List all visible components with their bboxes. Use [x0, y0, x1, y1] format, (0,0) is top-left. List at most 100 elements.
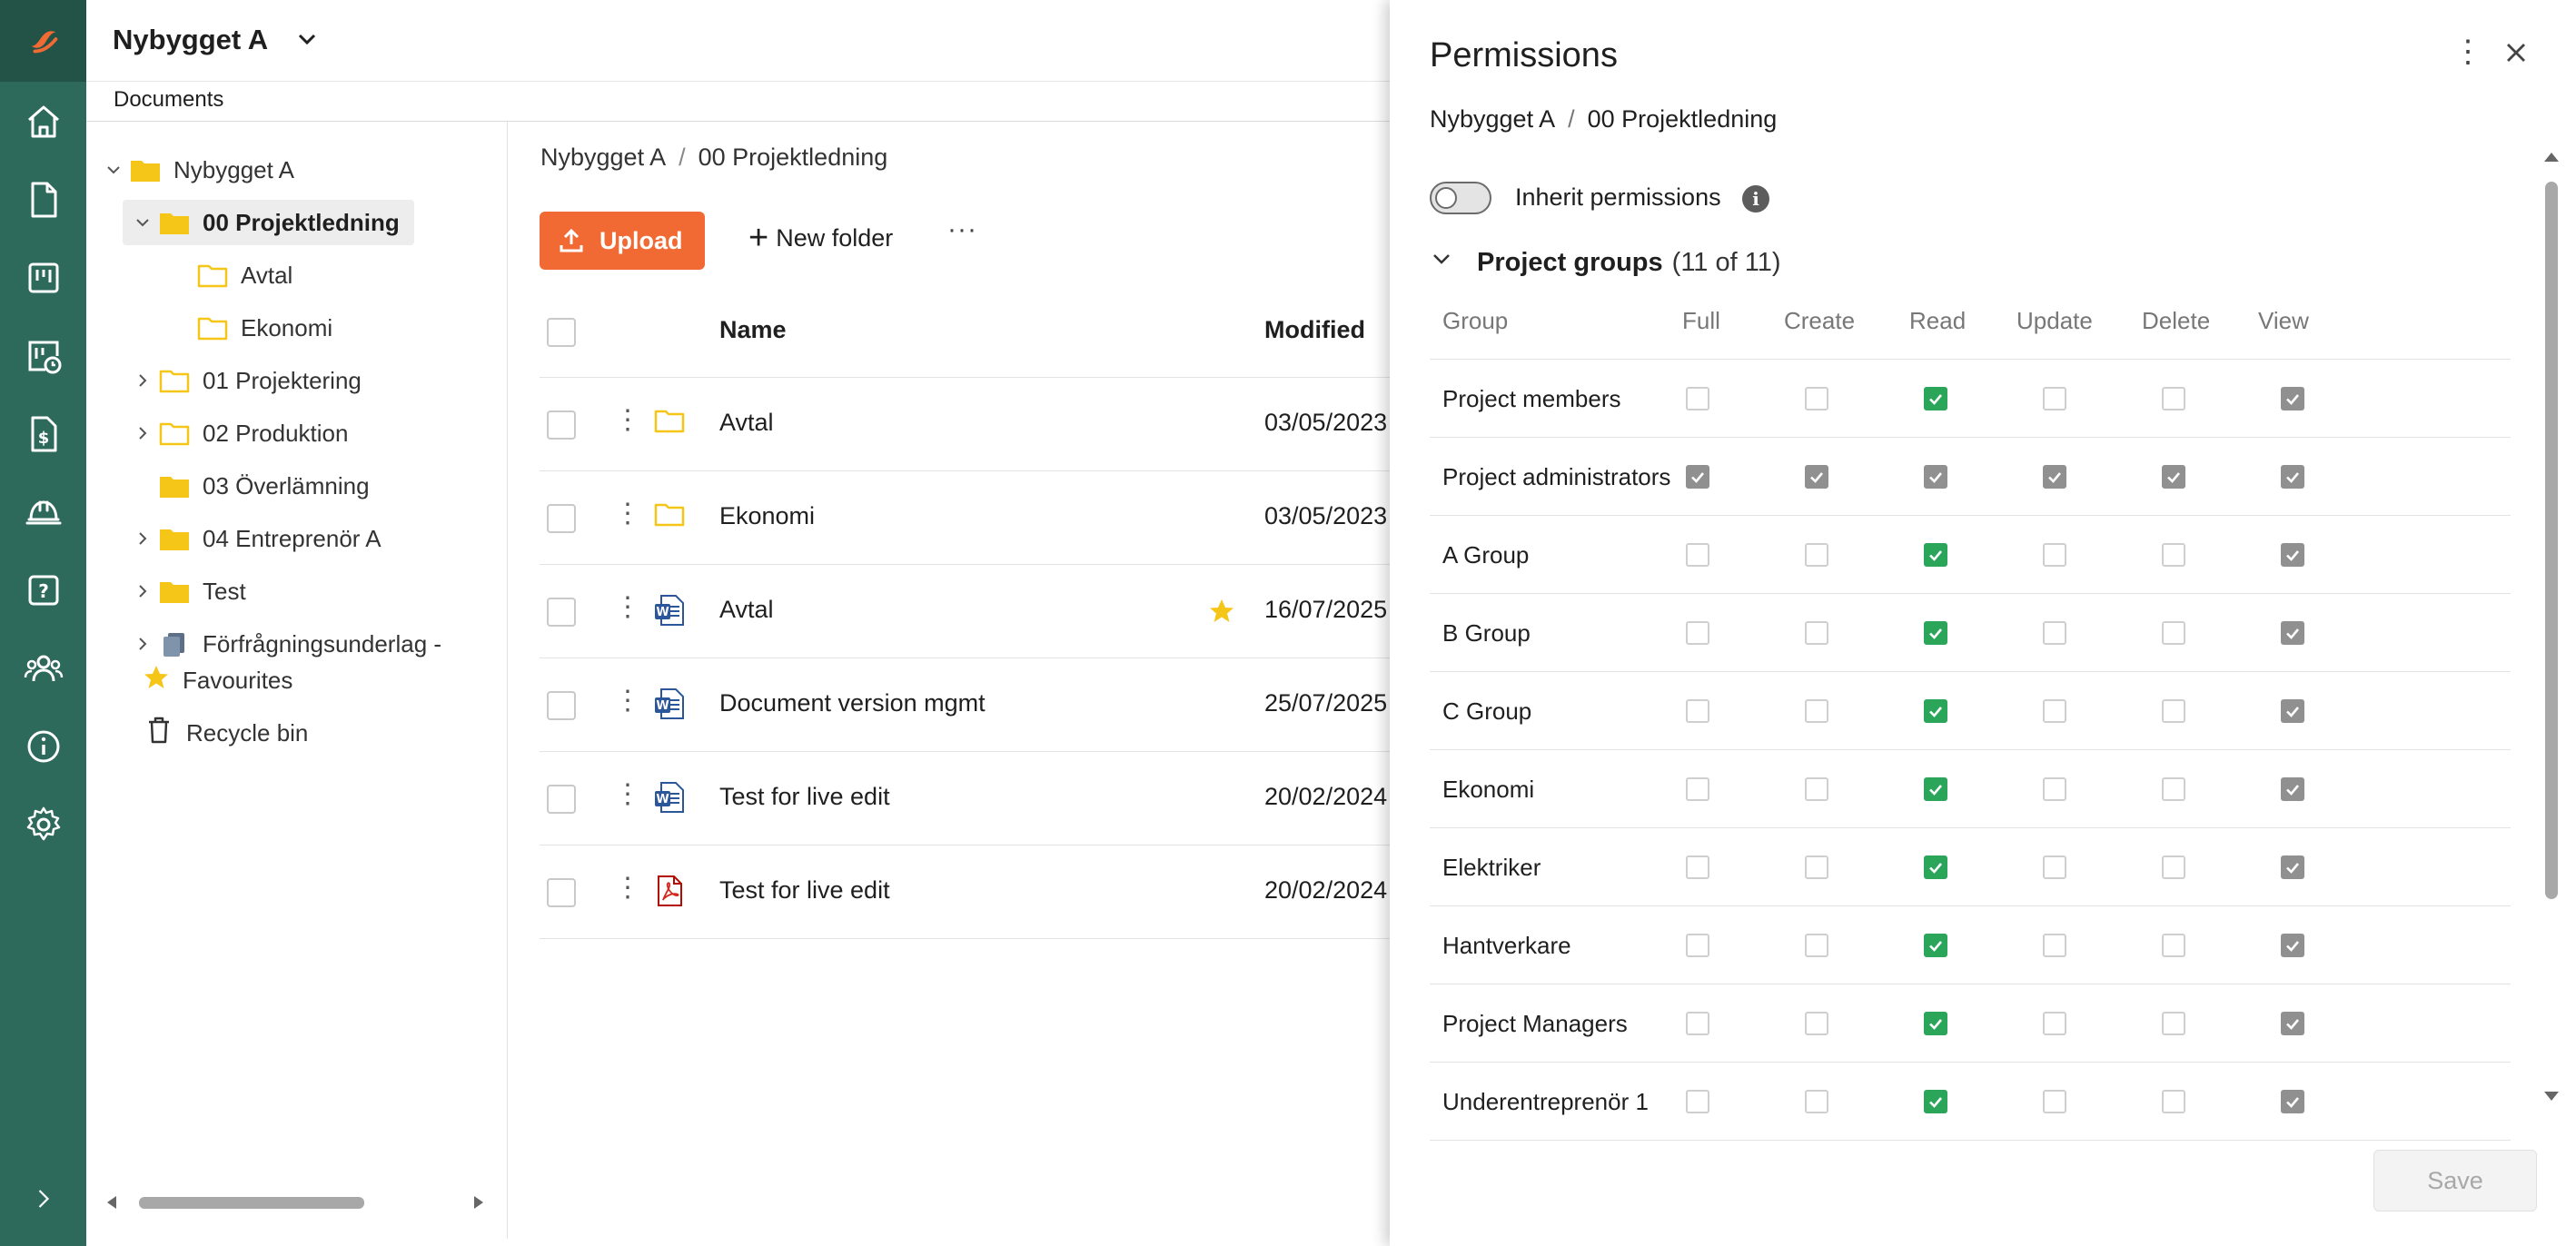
star-icon[interactable]	[1208, 598, 1235, 629]
home-icon[interactable]	[0, 94, 86, 149]
read-permission-checkbox[interactable]	[1924, 934, 1947, 957]
invoice-icon[interactable]: $	[0, 407, 86, 461]
horizontal-scrollbar[interactable]	[104, 1192, 486, 1213]
full-permission-checkbox[interactable]	[1686, 699, 1709, 723]
chevron-right-icon[interactable]	[130, 631, 155, 657]
view-permission-checkbox[interactable]	[2281, 621, 2304, 645]
file-name[interactable]: Document version mgmt	[719, 689, 986, 717]
delete-permission-checkbox[interactable]	[2162, 465, 2185, 489]
new-folder-button[interactable]: + New folder	[748, 221, 893, 255]
full-permission-checkbox[interactable]	[1686, 1090, 1709, 1113]
row-checkbox[interactable]	[547, 410, 576, 440]
project-title[interactable]: Nybygget A	[113, 24, 268, 56]
tree-item[interactable]: Ekonomi	[168, 305, 332, 351]
help-icon[interactable]: ?	[0, 563, 86, 618]
chevron-down-icon[interactable]	[101, 157, 126, 183]
read-permission-checkbox[interactable]	[1924, 465, 1947, 489]
view-permission-checkbox[interactable]	[2281, 465, 2304, 489]
settings-icon[interactable]	[0, 797, 86, 852]
file-row[interactable]: ⋮ Ekonomi 03/05/2023	[540, 471, 1393, 565]
view-permission-checkbox[interactable]	[2281, 1012, 2304, 1035]
row-checkbox[interactable]	[547, 598, 576, 627]
tree-item[interactable]: 02 Produktion	[130, 410, 348, 456]
delete-permission-checkbox[interactable]	[2162, 855, 2185, 879]
upload-button[interactable]: Upload	[540, 212, 705, 270]
delete-permission-checkbox[interactable]	[2162, 1012, 2185, 1035]
close-icon[interactable]	[2503, 40, 2529, 70]
read-permission-checkbox[interactable]	[1924, 543, 1947, 567]
more-vertical-icon[interactable]: ⋮	[614, 781, 641, 808]
tree-item[interactable]: Avtal	[168, 252, 292, 298]
update-permission-checkbox[interactable]	[2043, 621, 2066, 645]
more-vertical-icon[interactable]: ⋮	[614, 875, 641, 902]
file-name[interactable]: Avtal	[719, 409, 774, 437]
delete-permission-checkbox[interactable]	[2162, 777, 2185, 801]
tree-item[interactable]: 04 Entreprenör A	[130, 516, 381, 561]
more-vertical-icon[interactable]: ⋮	[614, 407, 641, 434]
view-permission-checkbox[interactable]	[2281, 543, 2304, 567]
file-name[interactable]: Avtal	[719, 596, 774, 624]
file-name[interactable]: Test for live edit	[719, 783, 890, 811]
row-checkbox[interactable]	[547, 504, 576, 533]
create-permission-checkbox[interactable]	[1805, 777, 1828, 801]
info-icon[interactable]	[0, 719, 86, 774]
update-permission-checkbox[interactable]	[2043, 934, 2066, 957]
file-name[interactable]: Ekonomi	[719, 502, 815, 530]
more-vertical-icon[interactable]: ⋮	[614, 687, 641, 715]
tree-item-recycle-bin[interactable]: Recycle bin	[146, 710, 308, 756]
create-permission-checkbox[interactable]	[1805, 699, 1828, 723]
chevron-right-icon[interactable]	[130, 368, 155, 393]
full-permission-checkbox[interactable]	[1686, 465, 1709, 489]
update-permission-checkbox[interactable]	[2043, 543, 2066, 567]
read-permission-checkbox[interactable]	[1924, 1012, 1947, 1035]
file-row[interactable]: ⋮ Test for live edit 20/02/2024	[540, 846, 1393, 939]
column-modified[interactable]: Modified	[1264, 316, 1365, 344]
logo-icon[interactable]	[0, 0, 86, 82]
update-permission-checkbox[interactable]	[2043, 855, 2066, 879]
update-permission-checkbox[interactable]	[2043, 699, 2066, 723]
chevron-right-icon[interactable]	[130, 420, 155, 446]
more-vertical-icon[interactable]: ⋮	[2452, 36, 2483, 67]
read-permission-checkbox[interactable]	[1924, 699, 1947, 723]
full-permission-checkbox[interactable]	[1686, 543, 1709, 567]
delete-permission-checkbox[interactable]	[2162, 1090, 2185, 1113]
update-permission-checkbox[interactable]	[2043, 1012, 2066, 1035]
delete-permission-checkbox[interactable]	[2162, 387, 2185, 410]
delete-permission-checkbox[interactable]	[2162, 934, 2185, 957]
tree-item[interactable]: 00 Projektledning	[123, 200, 414, 245]
row-checkbox[interactable]	[547, 785, 576, 814]
read-permission-checkbox[interactable]	[1924, 855, 1947, 879]
inherit-permissions-toggle[interactable]	[1430, 182, 1491, 214]
row-checkbox[interactable]	[547, 878, 576, 907]
more-actions-button[interactable]: ···	[947, 214, 977, 245]
full-permission-checkbox[interactable]	[1686, 934, 1709, 957]
project-groups-header[interactable]: Project groups (11 of 11)	[1430, 247, 1780, 278]
expand-icon[interactable]	[0, 1172, 86, 1226]
create-permission-checkbox[interactable]	[1805, 934, 1828, 957]
create-permission-checkbox[interactable]	[1805, 387, 1828, 410]
file-row[interactable]: ⋮ W Test for live edit 20/02/2024	[540, 752, 1393, 846]
chevron-right-icon[interactable]	[130, 578, 155, 604]
chevron-right-icon[interactable]	[130, 526, 155, 551]
hard-hat-icon[interactable]	[0, 485, 86, 539]
row-checkbox[interactable]	[547, 691, 576, 720]
breadcrumb-item[interactable]: 00 Projektledning	[698, 143, 888, 171]
update-permission-checkbox[interactable]	[2043, 777, 2066, 801]
file-row[interactable]: ⋮ W Avtal 16/07/2025	[540, 565, 1393, 658]
chevron-down-icon[interactable]	[130, 210, 155, 235]
breadcrumb-item[interactable]: Nybygget A	[540, 143, 666, 171]
read-permission-checkbox[interactable]	[1924, 387, 1947, 410]
view-permission-checkbox[interactable]	[2281, 699, 2304, 723]
view-permission-checkbox[interactable]	[2281, 934, 2304, 957]
select-all-checkbox[interactable]	[547, 318, 576, 347]
tree-item[interactable]: Test	[130, 569, 246, 614]
chevron-down-icon[interactable]	[293, 25, 321, 57]
update-permission-checkbox[interactable]	[2043, 1090, 2066, 1113]
read-permission-checkbox[interactable]	[1924, 621, 1947, 645]
file-row[interactable]: ⋮ Avtal 03/05/2023	[540, 378, 1393, 471]
full-permission-checkbox[interactable]	[1686, 1012, 1709, 1035]
tree-item[interactable]: 01 Projektering	[130, 358, 362, 403]
more-vertical-icon[interactable]: ⋮	[614, 594, 641, 621]
delete-permission-checkbox[interactable]	[2162, 543, 2185, 567]
create-permission-checkbox[interactable]	[1805, 621, 1828, 645]
